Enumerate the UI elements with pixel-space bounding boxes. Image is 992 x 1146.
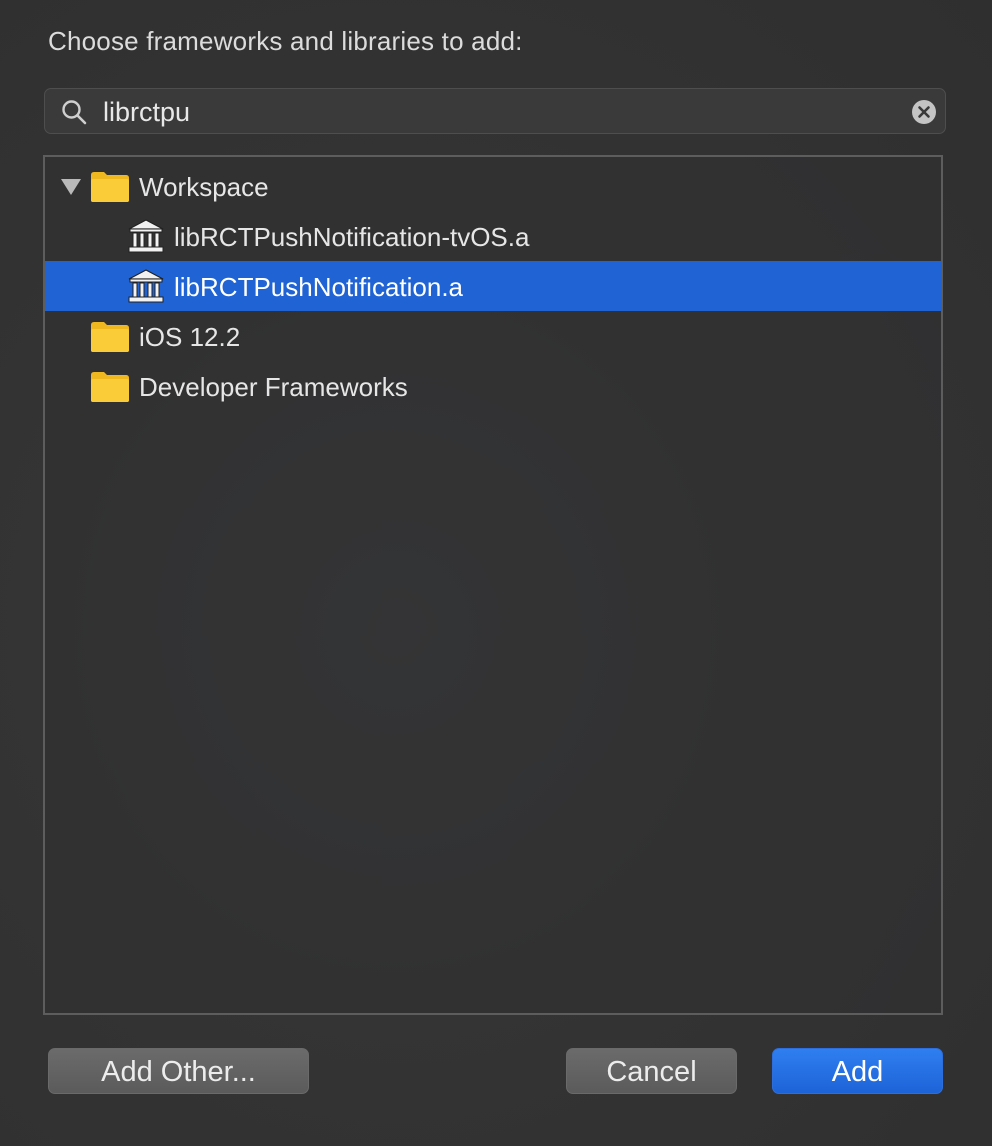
search-input[interactable]: [103, 95, 923, 129]
tree-row-lib-ios-selected[interactable]: libRCTPushNotification.a: [45, 261, 941, 311]
tree-row-developer-frameworks[interactable]: Developer Frameworks: [45, 361, 941, 411]
tree-label: Developer Frameworks: [139, 372, 408, 402]
clear-search-icon[interactable]: [911, 99, 937, 125]
folder-icon: [91, 372, 129, 402]
folder-icon: [91, 322, 129, 352]
add-frameworks-dialog: Choose frameworks and libraries to add: …: [0, 0, 992, 1146]
tree-label: Workspace: [139, 172, 269, 202]
tree-row-ios-sdk[interactable]: iOS 12.2: [45, 311, 941, 361]
library-icon: [128, 269, 164, 303]
library-icon: [128, 219, 164, 253]
tree-label: iOS 12.2: [139, 322, 241, 352]
tree-row-lib-tvos[interactable]: libRCTPushNotification-tvOS.a: [45, 211, 941, 261]
search-field[interactable]: [44, 88, 946, 134]
tree-label: libRCTPushNotification.a: [174, 272, 464, 302]
magnifier-icon: [62, 100, 87, 125]
add-other-button[interactable]: Add Other...: [48, 1048, 309, 1094]
tree-row-workspace[interactable]: Workspace: [45, 161, 941, 211]
folder-icon: [91, 172, 129, 202]
add-button[interactable]: Add: [772, 1048, 943, 1094]
cancel-button[interactable]: Cancel: [566, 1048, 737, 1094]
library-tree[interactable]: Workspace libRCTPushNotification-tvOS.a: [43, 155, 943, 1015]
disclosure-triangle-icon[interactable]: [61, 179, 81, 195]
tree-label: libRCTPushNotification-tvOS.a: [174, 222, 530, 252]
dialog-prompt: Choose frameworks and libraries to add:: [48, 26, 523, 56]
